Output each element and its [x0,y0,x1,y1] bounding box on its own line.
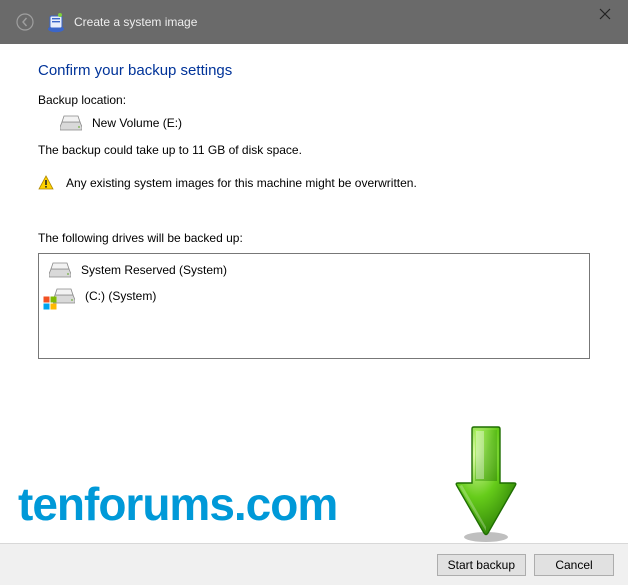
backup-location-row: New Volume (E:) [60,115,590,131]
titlebar: Create a system image [0,0,628,44]
content-area: Confirm your backup settings Backup loca… [0,44,628,359]
window-title: Create a system image [74,15,197,29]
attention-arrow-icon [454,425,518,543]
drive-name: (C:) (System) [85,289,156,303]
drive-icon [60,115,82,131]
backup-location-value: New Volume (E:) [92,116,182,130]
back-icon[interactable] [14,11,36,33]
watermark-text: tenforums.com [18,477,337,531]
warning-text: Any existing system images for this mach… [66,176,417,190]
backup-location-label: Backup location: [38,93,590,107]
drive-name: System Reserved (System) [81,263,227,277]
list-item: System Reserved (System) [49,262,579,278]
cancel-button[interactable]: Cancel [534,554,614,576]
list-item: (C:) (System) [49,288,579,304]
warning-icon [38,175,54,191]
drive-icon [49,262,71,278]
drives-label: The following drives will be backed up: [38,231,590,245]
start-backup-button[interactable]: Start backup [437,554,526,576]
warning-row: Any existing system images for this mach… [38,175,590,191]
page-title: Confirm your backup settings [38,62,590,79]
close-icon[interactable] [582,0,628,28]
drives-list: System Reserved (System) (C:) (System) [38,253,590,359]
size-note: The backup could take up to 11 GB of dis… [38,143,590,157]
windows-icon [43,296,57,310]
button-bar: Start backup Cancel [0,543,628,585]
wizard-icon [46,10,66,34]
